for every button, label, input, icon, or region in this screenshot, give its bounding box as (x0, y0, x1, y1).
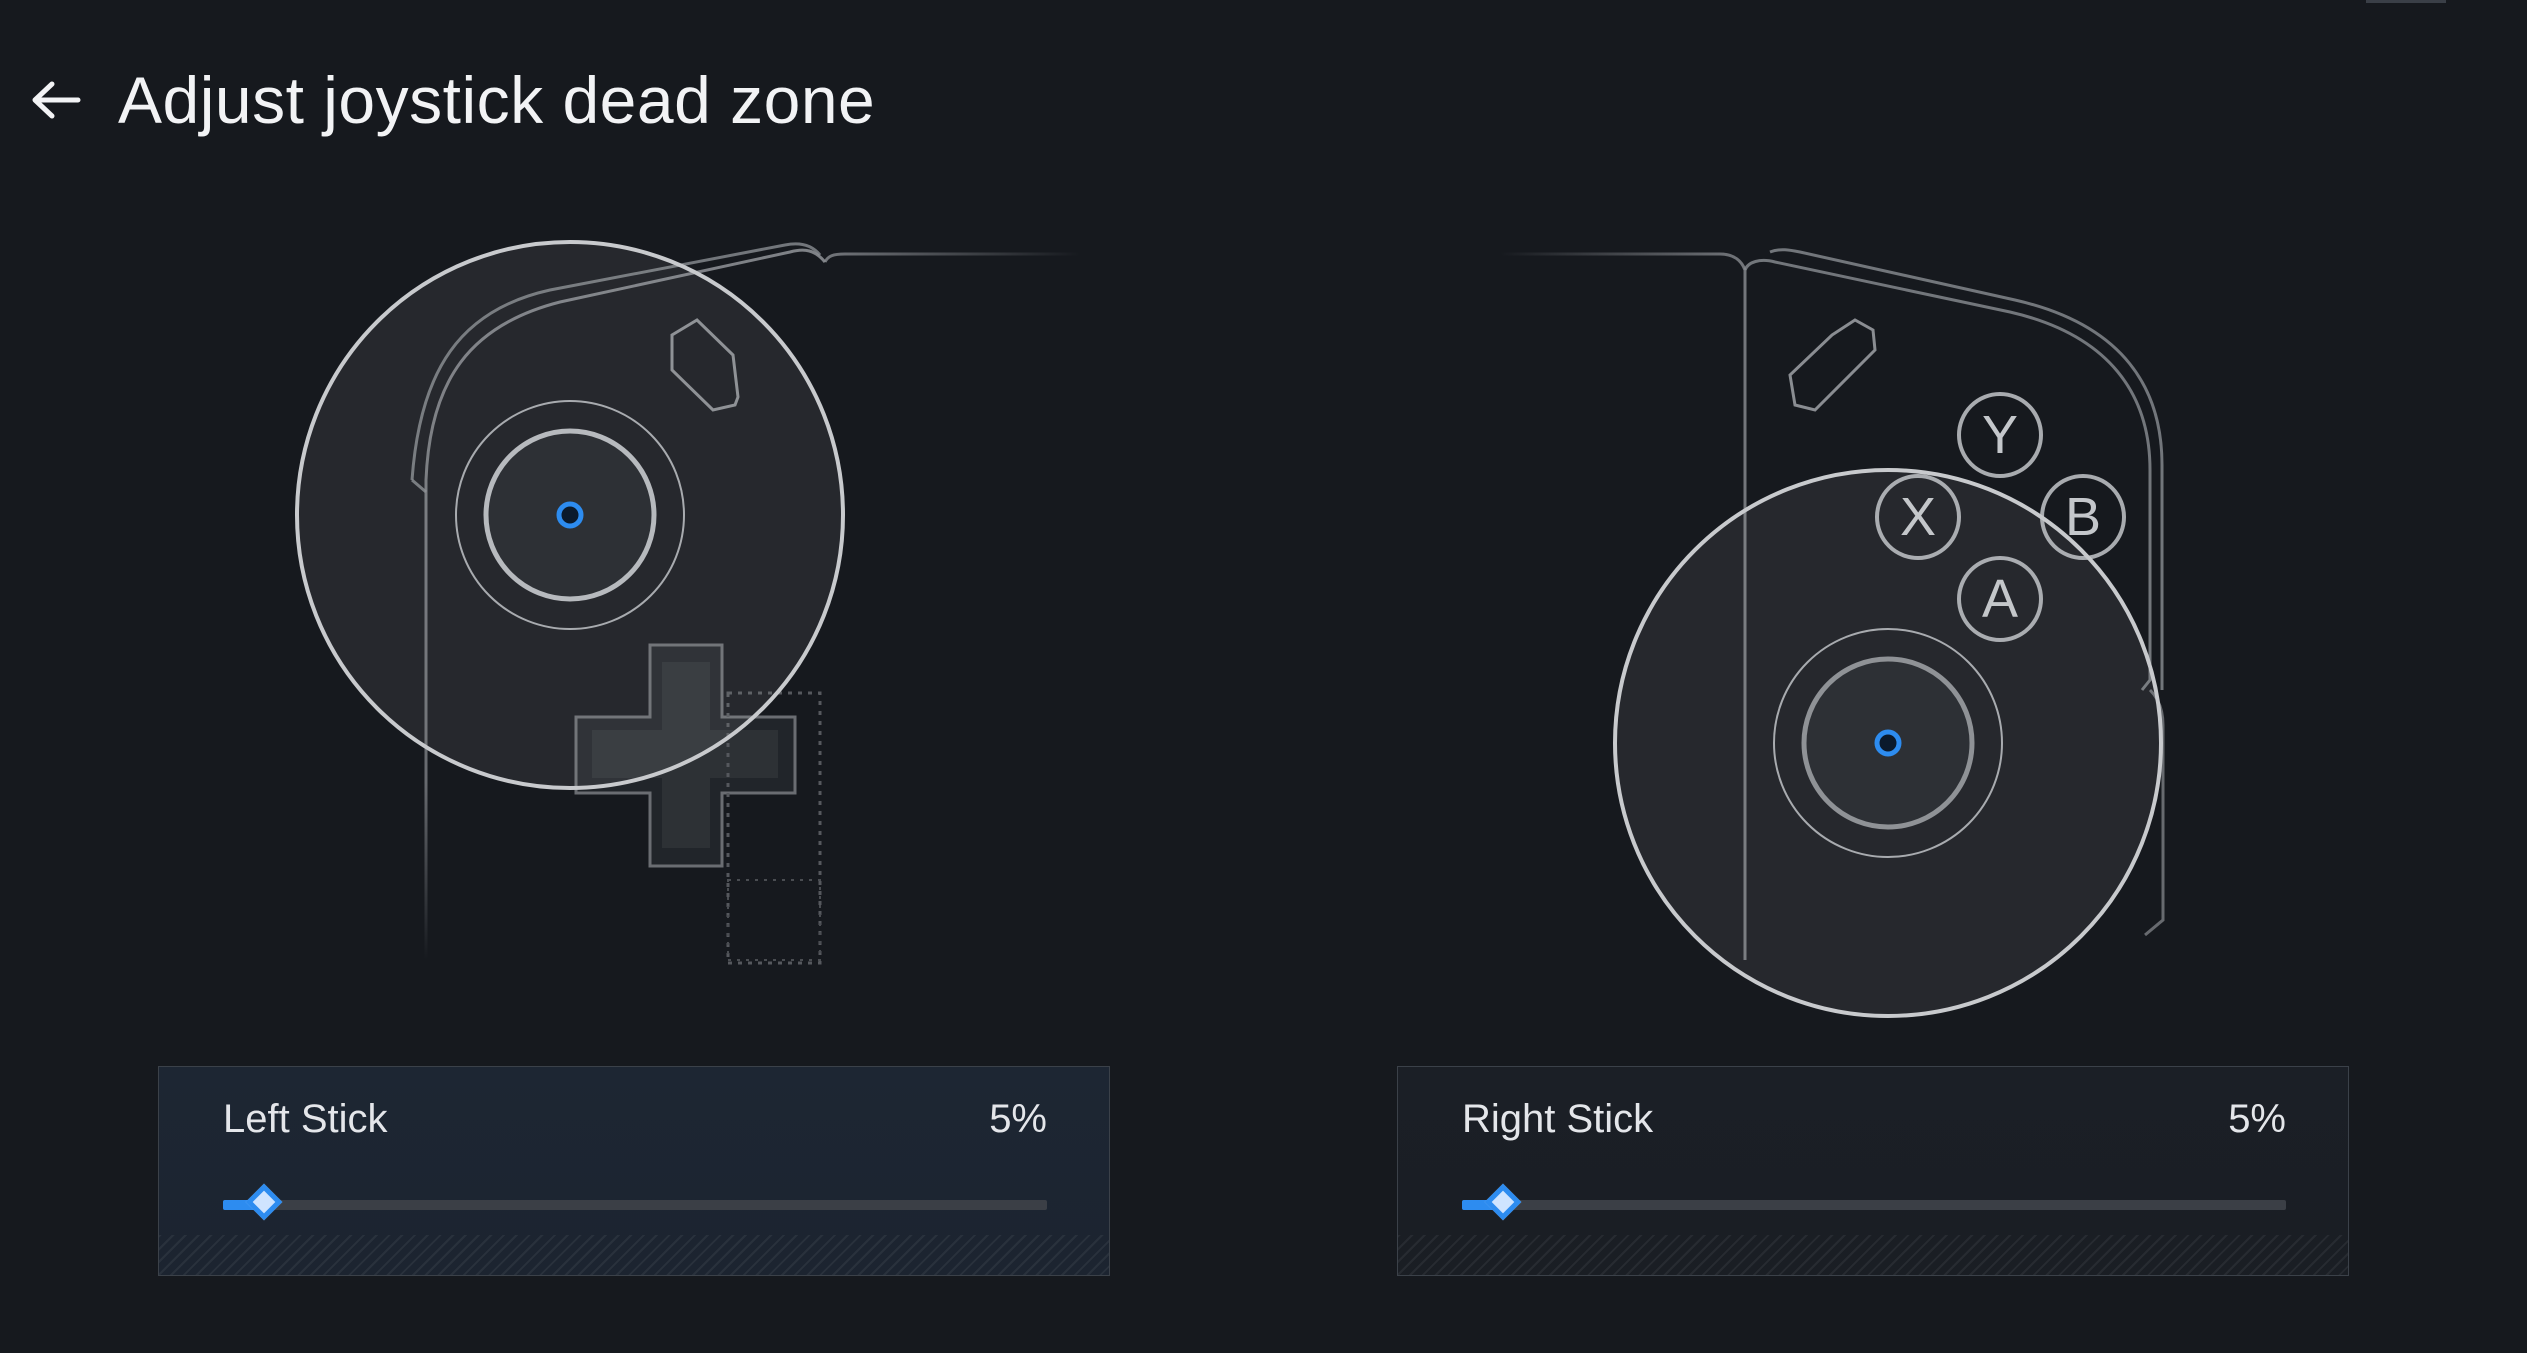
slider-thumb[interactable] (245, 1183, 283, 1221)
slider-track (223, 1200, 1047, 1210)
right-stick-slider[interactable] (1462, 1183, 2286, 1225)
left-stick-value: 5% (989, 1097, 1047, 1141)
left-stick-slider[interactable] (223, 1183, 1047, 1225)
left-stick-label: Left Stick (223, 1097, 388, 1141)
right-stick-center-dot (1874, 729, 1902, 757)
panel-hatch (1398, 1235, 2348, 1275)
right-stick-value: 5% (2228, 1097, 2286, 1141)
left-stick-visual (295, 240, 845, 790)
right-stick-panel: Right Stick 5% (1397, 1066, 2349, 1276)
panel-hatch (159, 1235, 1109, 1275)
controller-illustration: Y X B A (295, 240, 2165, 1018)
right-stick-label: Right Stick (1462, 1097, 1654, 1141)
right-stick-visual (1613, 468, 2163, 1018)
slider-track (1462, 1200, 2286, 1210)
slider-thumb[interactable] (1484, 1183, 1522, 1221)
face-button-y-label: Y (1982, 405, 2018, 465)
left-stick-panel: Left Stick 5% (158, 1066, 1110, 1276)
left-stick-center-dot (556, 501, 584, 529)
